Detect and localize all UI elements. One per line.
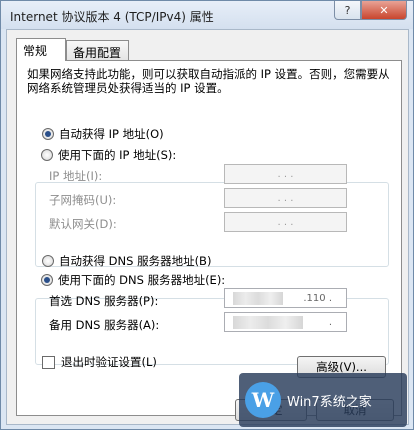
tab-general[interactable]: 常规 bbox=[16, 38, 66, 61]
alternate-dns-value: . bbox=[328, 316, 332, 328]
ip-address-value: . . . bbox=[277, 168, 294, 180]
default-gateway-value: . . . bbox=[277, 216, 294, 228]
radio-manual-dns-label: 使用下面的 DNS 服务器地址(E): bbox=[58, 273, 226, 287]
alternate-dns-field[interactable]: . bbox=[224, 312, 347, 332]
radio-manual-dns-indicator[interactable] bbox=[41, 274, 53, 286]
redacted-dns-octets bbox=[233, 316, 303, 329]
ip-address-field[interactable]: . . . bbox=[224, 164, 347, 184]
window-title: Internet 协议版本 4 (TCP/IPv4) 属性 bbox=[10, 10, 214, 24]
close-icon: ✕ bbox=[379, 3, 389, 17]
intro-text: 如果网络支持此功能，则可以获取自动指派的 IP 设置。否则，您需要从网络系统管理… bbox=[27, 67, 390, 95]
preferred-dns-value: .110 . bbox=[303, 292, 332, 304]
radio-manual-ip[interactable]: 使用下面的 IP 地址(S): bbox=[41, 147, 181, 163]
help-button[interactable]: ? bbox=[334, 1, 361, 20]
preferred-dns-label: 首选 DNS 服务器(P): bbox=[49, 294, 159, 308]
dialog-window: Internet 协议版本 4 (TCP/IPv4) 属性 ? ✕ 常规 备用配… bbox=[0, 0, 414, 430]
ip-address-label: IP 地址(I): bbox=[49, 169, 103, 183]
close-button[interactable]: ✕ bbox=[361, 1, 407, 20]
validate-on-exit-label: 退出时验证设置(L) bbox=[61, 355, 157, 369]
radio-auto-dns-label: 自动获得 DNS 服务器地址(B) bbox=[59, 254, 212, 268]
redacted-dns-octets bbox=[233, 292, 283, 305]
subnet-mask-field[interactable]: . . . bbox=[224, 188, 347, 208]
default-gateway-field[interactable]: . . . bbox=[224, 212, 347, 232]
help-icon: ? bbox=[344, 3, 351, 17]
radio-manual-ip-label: 使用下面的 IP 地址(S): bbox=[58, 148, 177, 162]
radio-manual-dns[interactable]: 使用下面的 DNS 服务器地址(E): bbox=[41, 272, 230, 288]
site-watermark: W Win7系统之家 bbox=[239, 373, 407, 427]
watermark-text: Win7系统之家 bbox=[287, 394, 372, 410]
preferred-dns-field[interactable]: .110 . bbox=[224, 288, 347, 308]
radio-auto-dns[interactable]: 自动获得 DNS 服务器地址(B) bbox=[42, 253, 211, 269]
validate-on-exit-box[interactable] bbox=[42, 355, 55, 369]
title-bar[interactable]: Internet 协议版本 4 (TCP/IPv4) 属性 ? ✕ bbox=[1, 1, 413, 29]
radio-auto-ip-label: 自动获得 IP 地址(O) bbox=[59, 127, 164, 141]
watermark-logo-icon: W bbox=[245, 382, 281, 418]
alternate-dns-label: 备用 DNS 服务器(A): bbox=[49, 318, 160, 332]
subnet-mask-label: 子网掩码(U): bbox=[49, 193, 117, 207]
tab-alternate-configuration[interactable]: 备用配置 bbox=[66, 40, 129, 61]
validate-on-exit-checkbox[interactable]: 退出时验证设置(L) bbox=[42, 354, 157, 370]
default-gateway-label: 默认网关(D): bbox=[49, 217, 117, 231]
radio-manual-ip-indicator[interactable] bbox=[41, 149, 53, 161]
radio-auto-ip-indicator[interactable] bbox=[42, 128, 54, 140]
subnet-mask-value: . . . bbox=[277, 192, 294, 204]
radio-auto-dns-indicator[interactable] bbox=[42, 255, 54, 267]
radio-auto-ip[interactable]: 自动获得 IP 地址(O) bbox=[42, 126, 164, 142]
